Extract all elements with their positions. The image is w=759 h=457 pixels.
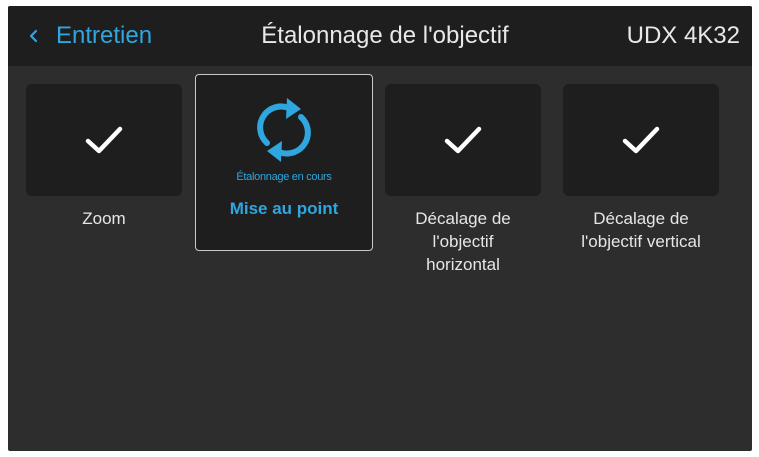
tile-horizontal-shift-label: Décalage de l'objectif horizontal bbox=[415, 209, 511, 274]
tile-vertical-shift[interactable]: Décalage de l'objectif vertical bbox=[563, 84, 719, 253]
calibration-status: Étalonnage en cours bbox=[236, 171, 332, 183]
lens-calibration-screen: Entretien Étalonnage de l'objectif UDX 4… bbox=[8, 6, 752, 451]
tile-zoom[interactable]: Zoom bbox=[26, 84, 182, 230]
tile-vertical-shift-box bbox=[563, 84, 719, 196]
tile-horizontal-shift-box bbox=[385, 84, 541, 196]
tile-focus-label: Mise au point bbox=[229, 199, 339, 218]
check-icon bbox=[444, 126, 482, 154]
check-icon bbox=[622, 126, 660, 154]
calibration-tiles: Zoom Étalonnage en cours Mise au point D… bbox=[8, 66, 752, 451]
tile-zoom-label: Zoom bbox=[82, 209, 126, 228]
tile-focus[interactable]: Étalonnage en cours Mise au point bbox=[195, 74, 373, 251]
tile-horizontal-shift[interactable]: Décalage de l'objectif horizontal bbox=[385, 84, 541, 276]
tile-zoom-box bbox=[26, 84, 182, 196]
check-icon bbox=[85, 126, 123, 154]
device-name: UDX 4K32 bbox=[626, 22, 740, 49]
tile-vertical-shift-label: Décalage de l'objectif vertical bbox=[581, 209, 701, 251]
sync-icon bbox=[257, 98, 311, 162]
header-bar: Entretien Étalonnage de l'objectif UDX 4… bbox=[8, 6, 752, 66]
